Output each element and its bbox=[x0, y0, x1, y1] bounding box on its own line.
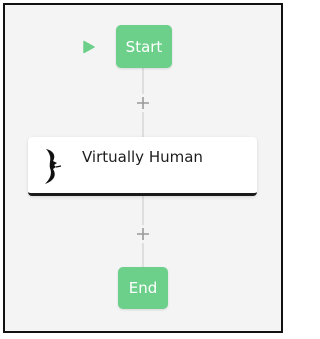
end-node[interactable]: End bbox=[118, 267, 168, 309]
add-step-button[interactable] bbox=[134, 94, 152, 112]
start-node-label: Start bbox=[125, 37, 163, 56]
start-node[interactable]: Start bbox=[116, 25, 172, 68]
play-icon[interactable] bbox=[82, 40, 96, 54]
plus-icon bbox=[137, 228, 149, 240]
add-step-button[interactable] bbox=[134, 225, 152, 243]
step-card-virtually-human[interactable]: Virtually Human bbox=[28, 137, 257, 196]
plus-icon bbox=[137, 97, 149, 109]
virtually-human-logo-icon bbox=[45, 149, 62, 184]
workflow-canvas: Start Virtually Human End bbox=[3, 3, 283, 333]
step-card-title: Virtually Human bbox=[82, 148, 203, 166]
end-node-label: End bbox=[128, 279, 158, 297]
